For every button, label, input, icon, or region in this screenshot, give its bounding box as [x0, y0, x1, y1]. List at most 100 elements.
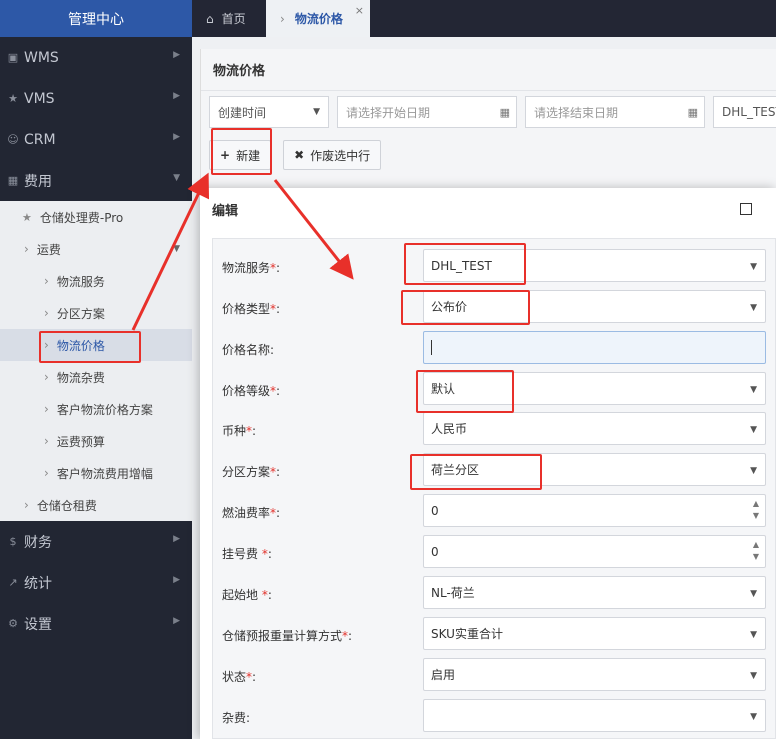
sub-label: 分区方案	[56, 306, 105, 321]
field-text-input[interactable]	[423, 331, 766, 364]
sidebar-item-customer-price-plan[interactable]: › 客户物流价格方案	[0, 393, 192, 425]
form-row: 状态*: 启用 ▼	[213, 658, 776, 691]
field-label: 状态*:	[222, 668, 256, 685]
form-row: 分区方案*: 荷兰分区 ▼	[213, 453, 776, 486]
sidebar-item-zone-plan[interactable]: › 分区方案	[0, 297, 192, 329]
chevron-right-icon: ›	[24, 242, 29, 256]
sub-label: 运费预算	[56, 434, 105, 449]
star-icon: ★	[22, 210, 32, 224]
chevron-right-icon: ›	[44, 466, 49, 480]
dollar-icon: $	[9, 535, 17, 548]
chevron-right-icon: ›	[44, 306, 49, 320]
nav-finance[interactable]: $ 财务 ▶	[0, 521, 192, 562]
field-value: DHL_TEST	[431, 258, 492, 273]
caret-right-icon: ▶	[173, 616, 180, 626]
field-label: 价格类型*:	[222, 300, 280, 317]
field-number-input[interactable]: 0 ▲ ▼	[423, 535, 766, 568]
nav-label: CRM	[24, 131, 56, 148]
placeholder-text: 请选择结束日期	[534, 105, 619, 120]
field-select[interactable]: 启用 ▼	[423, 658, 766, 691]
form-row: 起始地 *: NL-荷兰 ▼	[213, 576, 776, 609]
caret-right-icon: ▶	[173, 575, 180, 585]
caret-down-icon: ▼	[750, 262, 757, 272]
edit-dialog: 编辑 物流服务*: DHL_TEST ▼ 价格类型*: 公布价 ▼ 价格名称: 价格等级*: 默…	[200, 188, 776, 739]
caret-down-icon: ▼	[750, 466, 757, 476]
field-select[interactable]: NL-荷兰 ▼	[423, 576, 766, 609]
grid-icon: ▦	[7, 174, 19, 187]
field-value: NL-荷兰	[431, 586, 475, 600]
tab-home[interactable]: ⌂ 首页	[192, 0, 266, 37]
nav-label: WMS	[24, 49, 59, 66]
caret-right-icon: ▶	[173, 50, 180, 60]
end-date-input[interactable]: 请选择结束日期 ▦	[525, 96, 705, 128]
field-label-text: 燃油费率	[222, 506, 271, 520]
field-label: 燃油费率*:	[222, 504, 280, 521]
field-label: 起始地 *:	[222, 586, 272, 603]
sidebar-item-storage-rent[interactable]: › 仓储仓租费	[0, 489, 192, 521]
gear-icon: ⚙	[8, 617, 18, 630]
sub-label: 物流价格	[56, 338, 105, 353]
bank-icon: ▣	[7, 51, 19, 64]
field-select[interactable]: DHL_TEST ▼	[423, 249, 766, 282]
field-select[interactable]: 默认 ▼	[423, 372, 766, 405]
label-colon: :	[276, 384, 281, 398]
field-value: 0	[431, 544, 439, 559]
sidebar-item-logistics-price[interactable]: › 物流价格	[0, 329, 192, 361]
label-colon: :	[270, 343, 275, 357]
void-selected-button[interactable]: ✖ 作废选中行	[283, 140, 382, 170]
nav-settings[interactable]: ⚙ 设置 ▶	[0, 603, 192, 644]
spinner-icon[interactable]: ▲ ▼	[753, 498, 759, 522]
sidebar-item-freight[interactable]: › 运费 ▼	[0, 233, 192, 265]
edit-form: 物流服务*: DHL_TEST ▼ 价格类型*: 公布价 ▼ 价格名称: 价格等级*: 默认 ▼ 币…	[212, 238, 776, 739]
sidebar-item-customer-fee-increase[interactable]: › 客户物流费用增幅	[0, 457, 192, 489]
field-select[interactable]: SKU实重合计 ▼	[423, 617, 766, 650]
chevron-right-icon: ›	[280, 11, 285, 26]
label-colon: :	[276, 465, 281, 479]
field-select[interactable]: 荷兰分区 ▼	[423, 453, 766, 486]
dialog-title: 编辑	[212, 203, 239, 219]
nav-crm[interactable]: ☺ CRM ▶	[0, 119, 192, 160]
field-value: 0	[431, 503, 439, 518]
service-filter-select[interactable]: DHL_TEST	[713, 96, 776, 128]
field-select[interactable]: 人民币 ▼	[423, 412, 766, 445]
field-number-input[interactable]: 0 ▲ ▼	[423, 494, 766, 527]
button-label: 新建	[236, 148, 261, 163]
tab-logistics-price[interactable]: › 物流价格 ×	[266, 0, 370, 37]
maximize-icon[interactable]	[740, 203, 752, 215]
caret-down-icon: ▼	[750, 712, 757, 722]
chevron-right-icon: ›	[24, 498, 29, 512]
field-select[interactable]: 公布价 ▼	[423, 290, 766, 323]
field-select[interactable]: ▼	[423, 699, 766, 732]
label-colon: :	[267, 547, 272, 561]
brand-title: 管理中心	[0, 0, 192, 37]
sidebar-item-logistics-misc[interactable]: › 物流杂费	[0, 361, 192, 393]
chevron-right-icon: ›	[44, 370, 49, 384]
start-date-input[interactable]: 请选择开始日期 ▦	[337, 96, 517, 128]
chevron-right-icon: ›	[44, 338, 49, 352]
sidebar-item-storage-fee-pro[interactable]: ★ 仓储处理费-Pro	[0, 201, 192, 233]
page-title: 物流价格	[201, 49, 776, 91]
field-label: 仓储预报重量计算方式*:	[222, 627, 352, 644]
toolbar: + 新建 ✖ 作废选中行	[209, 140, 382, 170]
nav-wms[interactable]: ▣ WMS ▶	[0, 37, 192, 78]
new-button[interactable]: + 新建	[209, 140, 272, 170]
field-label-text: 物流服务	[222, 261, 271, 275]
close-icon[interactable]: ×	[355, 4, 364, 17]
label-colon: :	[252, 670, 257, 684]
form-row: 价格等级*: 默认 ▼	[213, 372, 776, 405]
nav-vms[interactable]: ★ VMS ▶	[0, 78, 192, 119]
user-icon: ☺	[7, 133, 19, 146]
sidebar-item-logistics-service[interactable]: › 物流服务	[0, 265, 192, 297]
caret-down-icon: ▼	[750, 303, 757, 313]
chevron-right-icon: ›	[44, 434, 49, 448]
nav-stats[interactable]: ↗ 统计 ▶	[0, 562, 192, 603]
field-value: 启用	[431, 668, 456, 682]
select-value: DHL_TEST	[722, 105, 776, 119]
time-field-select[interactable]: 创建时间 ▼	[209, 96, 329, 128]
field-label: 物流服务*:	[222, 259, 280, 276]
spinner-icon[interactable]: ▲ ▼	[753, 539, 759, 563]
form-row: 价格类型*: 公布价 ▼	[213, 290, 776, 323]
nav-fees[interactable]: ▦ 费用 ▼	[0, 160, 192, 201]
field-label: 币种*:	[222, 422, 256, 439]
sidebar-item-freight-budget[interactable]: › 运费预算	[0, 425, 192, 457]
